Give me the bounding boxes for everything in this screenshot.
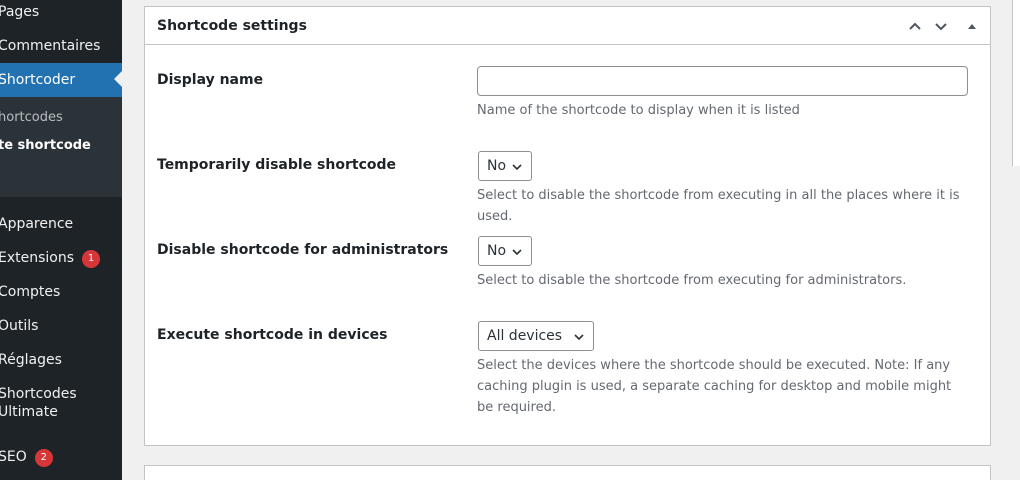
chevron-up-icon xyxy=(909,22,921,30)
disable-for-admins-label: Disable shortcode for administrators xyxy=(157,242,449,258)
menu-item-label: SEO xyxy=(0,449,27,465)
menu-item-label: Shortcoder xyxy=(0,72,76,88)
execute-in-devices-select[interactable]: All devices xyxy=(478,321,594,351)
side-panel-edge xyxy=(1012,0,1020,166)
display-name-description: Name of the shortcode to display when it… xyxy=(477,103,800,118)
menu-item-label: Comptes xyxy=(0,284,61,300)
disable-for-admins-select[interactable]: No xyxy=(478,236,532,266)
menu-item-label: Pages xyxy=(0,4,40,20)
chevron-down-icon xyxy=(512,164,522,171)
submenu-item-label: hortcodes xyxy=(0,110,63,125)
next-panel xyxy=(144,465,991,480)
execute-in-devices-description: Select the devices where the shortcode s… xyxy=(477,358,952,415)
display-name-label: Display name xyxy=(157,72,264,88)
submenu-item-create-shortcode[interactable]: te shortcode xyxy=(0,138,91,154)
current-menu-arrow-icon xyxy=(114,71,122,87)
collapse-triangle-icon xyxy=(968,24,976,29)
display-name-input[interactable] xyxy=(477,66,968,96)
menu-item-label: Réglages xyxy=(0,352,62,368)
menu-item-reglages[interactable]: Réglages xyxy=(0,351,122,371)
disable-shortcode-description: Select to disable the shortcode from exe… xyxy=(477,188,960,224)
disable-shortcode-select[interactable]: No xyxy=(478,151,532,181)
select-value: All devices xyxy=(487,328,563,344)
menu-item-label: Outils xyxy=(0,318,39,334)
submenu-item-label: te shortcode xyxy=(0,138,91,153)
chevron-down-icon xyxy=(574,334,584,341)
disable-for-admins-description: Select to disable the shortcode from exe… xyxy=(477,273,907,288)
menu-item-pages[interactable]: Pages xyxy=(0,3,122,23)
menu-item-seo[interactable]: SEO 2 xyxy=(0,448,122,468)
panel-title: Shortcode settings xyxy=(157,18,307,34)
select-value: No xyxy=(487,158,507,174)
select-value: No xyxy=(487,243,507,259)
notification-count-badge: 2 xyxy=(34,449,53,467)
update-count-badge: 1 xyxy=(82,250,101,268)
chevron-down-icon xyxy=(935,23,947,31)
disable-shortcode-label: Temporarily disable shortcode xyxy=(157,157,397,173)
menu-item-comptes[interactable]: Comptes xyxy=(0,283,122,303)
execute-in-devices-label: Execute shortcode in devices xyxy=(157,327,388,343)
shortcoder-submenu: hortcodes te shortcode xyxy=(0,97,122,197)
menu-item-outils[interactable]: Outils xyxy=(0,317,122,337)
menu-item-apparence[interactable]: Apparence xyxy=(0,215,122,235)
chevron-down-icon xyxy=(512,249,522,256)
menu-item-label: Commentaires xyxy=(0,38,101,54)
panel-header: Shortcode settings xyxy=(145,7,990,45)
move-up-button[interactable] xyxy=(905,16,925,36)
menu-item-commentaires[interactable]: Commentaires xyxy=(0,37,122,57)
menu-item-label: Shortcodes Ultimate xyxy=(0,386,77,420)
move-down-button[interactable] xyxy=(931,16,951,36)
menu-item-shortcoder[interactable]: Shortcoder xyxy=(0,63,122,97)
menu-item-label: Apparence xyxy=(0,216,74,232)
menu-item-label: Extensions xyxy=(0,250,75,266)
submenu-item-all-shortcodes[interactable]: hortcodes xyxy=(0,110,63,126)
menu-item-shortcodes-ultimate[interactable]: Shortcodes Ultimate xyxy=(0,385,122,425)
admin-sidebar: Pages Commentaires Shortcoder hortcodes … xyxy=(0,0,122,480)
toggle-panel-button[interactable] xyxy=(962,16,982,36)
menu-item-extensions[interactable]: Extensions 1 xyxy=(0,249,122,269)
